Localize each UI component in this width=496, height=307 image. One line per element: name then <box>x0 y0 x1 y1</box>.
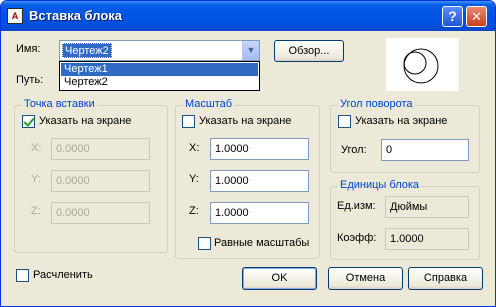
window-title: Вставка блока <box>29 8 123 23</box>
autocad-app-icon: A <box>7 8 23 24</box>
rotation-specify-on-screen-label: Указать на экране <box>355 115 448 127</box>
name-label: Имя: <box>16 43 41 55</box>
rotation-specify-on-screen-checkbox[interactable] <box>338 115 351 128</box>
dropdown-arrow-icon[interactable]: ▼ <box>242 41 259 60</box>
insertion-z-field[interactable]: 0.0000 <box>51 202 150 224</box>
uniform-scale-checkbox[interactable] <box>198 237 211 250</box>
dropdown-item-chertezh2[interactable]: Чертеж2 <box>61 76 258 89</box>
scale-x-label: X: <box>189 142 200 154</box>
rotation-angle-field[interactable]: 0 <box>381 139 469 161</box>
scale-z-field[interactable]: 1.0000 <box>210 202 309 224</box>
block-units-factor-value: 1.0000 <box>385 228 469 250</box>
help-button[interactable]: Справка <box>408 267 483 290</box>
browse-button[interactable]: Обзор... <box>274 40 344 62</box>
insertion-y-label: Y: <box>31 173 41 185</box>
insert-block-dialog: A Вставка блока ? ✕ Имя: Чертеж2 ▼ Обзор… <box>0 0 496 307</box>
block-preview <box>386 38 459 91</box>
scale-x-field[interactable]: 1.0000 <box>210 138 309 160</box>
insertion-x-field[interactable]: 0.0000 <box>51 138 150 160</box>
scale-specify-on-screen-checkbox[interactable] <box>182 115 195 128</box>
insertion-x-label: X: <box>31 142 42 154</box>
rotation-angle-label: Угол: <box>341 144 367 156</box>
block-preview-circles-icon <box>403 48 439 84</box>
explode-checkbox[interactable] <box>16 269 29 282</box>
block-name-value: Чертеж2 <box>62 43 112 58</box>
block-units-title: Единицы блока <box>338 179 422 191</box>
rotation-title: Угол поворота <box>338 98 415 110</box>
dropdown-item-chertezh1[interactable]: Чертеж1 <box>61 63 258 76</box>
scale-y-label: Y: <box>189 173 199 185</box>
block-name-dropdown-list: Чертеж1 Чертеж2 <box>59 61 260 91</box>
block-units-factor-label: Коэфф: <box>337 232 377 244</box>
scale-z-label: Z: <box>189 205 199 217</box>
path-label: Путь: <box>16 74 44 86</box>
ok-button[interactable]: OK <box>242 267 317 290</box>
explode-label: Расчленить <box>33 269 93 281</box>
close-button[interactable]: ✕ <box>466 6 487 27</box>
insertion-y-field[interactable]: 0.0000 <box>51 170 150 192</box>
scale-y-field[interactable]: 1.0000 <box>210 170 309 192</box>
title-bar[interactable]: A Вставка блока ? ✕ <box>1 1 495 31</box>
insertion-point-title: Точка вставки <box>22 98 97 110</box>
cancel-button[interactable]: Отмена <box>328 267 403 290</box>
block-units-unit-value: Дюймы <box>385 196 469 218</box>
insertion-specify-on-screen-label: Указать на экране <box>39 115 132 127</box>
help-title-button[interactable]: ? <box>442 6 463 27</box>
block-units-unit-label: Ед.изм: <box>337 200 376 212</box>
scale-specify-on-screen-label: Указать на экране <box>199 115 292 127</box>
insertion-z-label: Z: <box>31 205 41 217</box>
scale-title: Масштаб <box>183 98 235 110</box>
uniform-scale-label: Равные масштабы <box>214 237 310 249</box>
insertion-specify-on-screen-checkbox[interactable] <box>22 115 35 128</box>
block-name-combobox[interactable]: Чертеж2 ▼ <box>59 40 260 61</box>
